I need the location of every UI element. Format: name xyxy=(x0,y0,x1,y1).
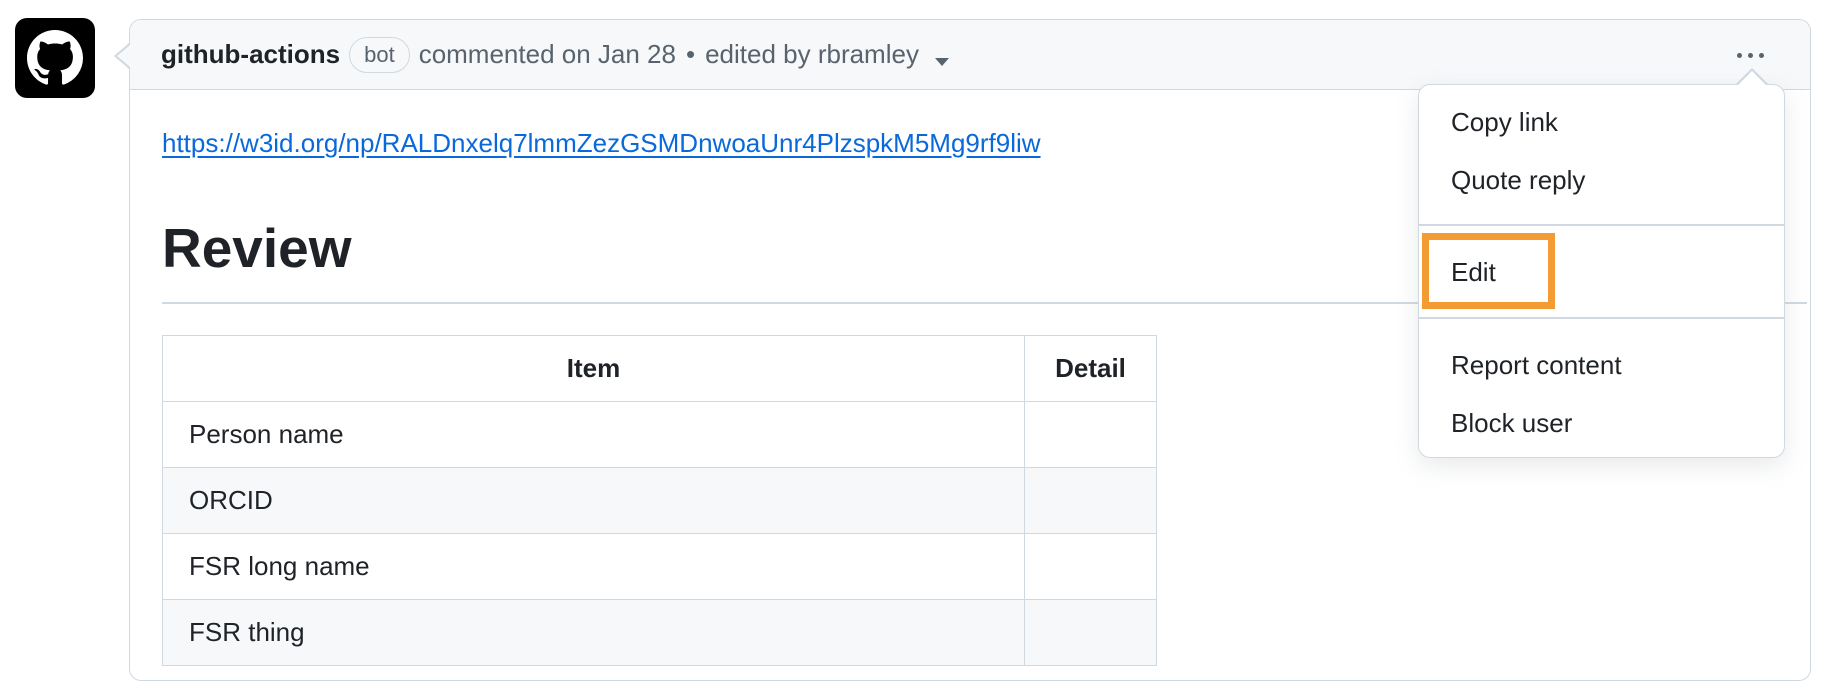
edited-by-label: edited by rbramley xyxy=(705,39,919,69)
item-cell: FSR long name xyxy=(162,533,1025,600)
nanopub-link[interactable]: https://w3id.org/np/RALDnxelq7lmmZezGSMD… xyxy=(162,128,1041,159)
comment-author[interactable]: github-actions xyxy=(161,39,340,70)
menu-pointer-fill xyxy=(1738,71,1766,85)
menu-divider xyxy=(1419,224,1784,226)
item-cell: ORCID xyxy=(162,467,1025,534)
edit-highlight-box xyxy=(1422,233,1555,309)
menu-item-copy-link[interactable]: Copy link xyxy=(1451,107,1558,138)
review-table: Item Detail Person name ORCID FSR long n… xyxy=(162,335,1157,666)
menu-divider xyxy=(1419,317,1784,319)
table-row: Person name xyxy=(162,401,1157,468)
separator-dot: • xyxy=(685,39,696,69)
table-header-row: Item Detail xyxy=(162,335,1157,402)
table-row: FSR thing xyxy=(162,599,1157,666)
detail-cell xyxy=(1024,467,1157,534)
table-row: FSR long name xyxy=(162,533,1157,600)
kebab-horizontal-icon xyxy=(1736,52,1742,58)
review-heading: Review xyxy=(162,217,352,279)
comment-pointer-fill xyxy=(117,45,130,67)
table-row: ORCID xyxy=(162,467,1157,534)
comment-options-button[interactable] xyxy=(1730,42,1770,68)
column-header-item: Item xyxy=(162,335,1025,402)
column-header-detail: Detail xyxy=(1024,335,1157,402)
detail-cell xyxy=(1024,401,1157,468)
github-mark-icon xyxy=(27,30,83,85)
item-cell: Person name xyxy=(162,401,1025,468)
edited-by-dropdown[interactable]: edited by rbramley xyxy=(705,39,949,70)
comment-header: github-actions bot commented on Jan 28 •… xyxy=(130,20,1810,90)
detail-cell xyxy=(1024,599,1157,666)
menu-item-block-user[interactable]: Block user xyxy=(1451,408,1572,439)
menu-item-quote-reply[interactable]: Quote reply xyxy=(1451,165,1585,196)
detail-cell xyxy=(1024,533,1157,600)
comment-timestamp[interactable]: commented on Jan 28 xyxy=(419,39,676,70)
item-cell: FSR thing xyxy=(162,599,1025,666)
triangle-down-icon xyxy=(934,58,949,66)
bot-badge: bot xyxy=(349,36,410,73)
author-avatar[interactable] xyxy=(15,18,95,98)
menu-item-report-content[interactable]: Report content xyxy=(1451,350,1622,381)
